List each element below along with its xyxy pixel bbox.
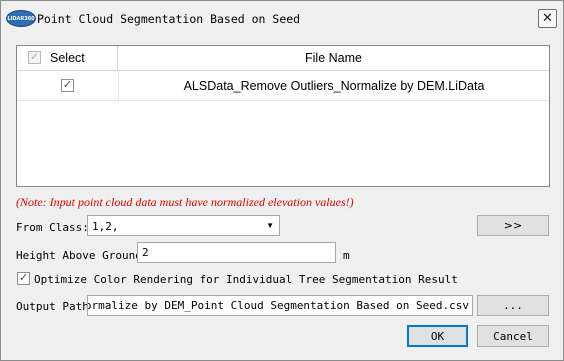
from-class-value: 1,2, <box>92 220 119 233</box>
browse-button[interactable]: ... <box>477 295 549 316</box>
from-class-label: From Class: <box>16 221 89 234</box>
height-label: Height Above Ground <box>16 249 142 262</box>
ok-button[interactable]: OK <box>407 325 468 347</box>
from-class-select[interactable]: 1,2, ▼ <box>87 215 280 236</box>
height-unit: m <box>343 249 350 262</box>
title-bar[interactable]: LIDAR360 Point Cloud Segmentation Based … <box>1 1 563 35</box>
optimize-label[interactable]: Optimize Color Rendering for Individual … <box>34 273 458 286</box>
output-path-input[interactable]: iers_Normalize by DEM_Point Cloud Segmen… <box>87 295 473 316</box>
file-table: ✓ Select File Name ✓ ALSData_Remove Outl… <box>16 45 550 187</box>
table-header: ✓ Select File Name <box>17 46 549 71</box>
output-path-value: iers_Normalize by DEM_Point Cloud Segmen… <box>87 299 469 312</box>
app-logo-icon: LIDAR360 <box>6 10 36 27</box>
column-header-select[interactable]: ✓ Select <box>17 46 118 70</box>
check-icon: ✓ <box>62 79 73 91</box>
segmentation-dialog: LIDAR360 Point Cloud Segmentation Based … <box>0 0 564 361</box>
column-header-file-name[interactable]: File Name <box>118 46 549 70</box>
optimize-checkbox[interactable]: ✓ <box>17 272 30 285</box>
close-button[interactable]: ✕ <box>538 9 557 28</box>
select-all-checkbox[interactable]: ✓ <box>28 51 41 64</box>
chevron-down-icon: ▼ <box>266 221 274 230</box>
window-title: Point Cloud Segmentation Based on Seed <box>37 12 301 26</box>
select-column-label: Select <box>50 51 85 65</box>
cancel-button[interactable]: Cancel <box>477 325 549 347</box>
row-file-name: ALSData_Remove Outliers_Normalize by DEM… <box>183 79 485 93</box>
normalization-note: (Note: Input point cloud data must have … <box>16 195 354 209</box>
height-input[interactable]: 2 <box>137 242 336 263</box>
table-row[interactable]: ✓ ALSData_Remove Outliers_Normalize by D… <box>17 71 549 101</box>
check-icon: ✓ <box>29 51 40 63</box>
class-picker-button[interactable]: >> <box>477 215 549 236</box>
output-path-label: Output Path: <box>16 300 96 313</box>
check-icon: ✓ <box>18 272 29 284</box>
row-select-checkbox[interactable]: ✓ <box>61 79 74 92</box>
